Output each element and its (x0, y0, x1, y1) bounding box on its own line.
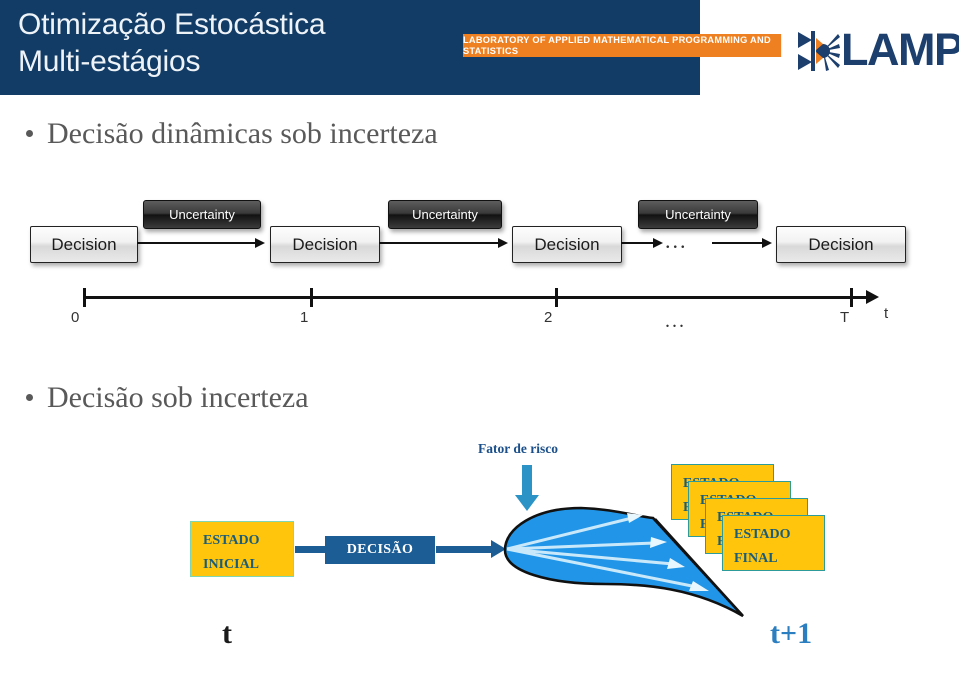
uncertainty-box-3[interactable]: Uncertainty (638, 200, 758, 229)
flow-arrow-3 (621, 238, 663, 248)
decision-box-4[interactable]: Decision (776, 226, 906, 263)
flow-arrow-4 (712, 238, 772, 248)
timeline-axis-label: t (884, 305, 889, 322)
decision-box-4-label: Decision (808, 234, 874, 254)
uncertainty-box-3-label: Uncertainty (665, 207, 731, 222)
slide-canvas: Otimização Estocástica Multi-estágios LA… (0, 0, 959, 686)
timeline-tick-2 (555, 288, 558, 307)
estado-final-box-4[interactable]: ESTADO FINAL (722, 515, 825, 571)
uncertainty-box-2[interactable]: Uncertainty (388, 200, 502, 229)
flow-arrow-1 (137, 238, 265, 248)
bullet-text-2: Decisão sob incerteza (47, 381, 309, 414)
lamps-mark-icon (798, 31, 840, 71)
uncertainty-box-2-label: Uncertainty (412, 207, 478, 222)
timeline-axis (83, 296, 873, 299)
fator-de-risco-label: Fator de risco (478, 441, 558, 456)
decision-box-1-label: Decision (51, 234, 117, 254)
uncertainty-box-1[interactable]: Uncertainty (143, 200, 261, 229)
timeline-tick-0 (83, 288, 86, 307)
bullet-item-2: Decisão sob incerteza (26, 381, 309, 415)
lamps-logo: LABORATORY OF APPLIED MATHEMATICAL PROGR… (463, 25, 959, 78)
uncertainty-box-1-label: Uncertainty (169, 207, 235, 222)
flow-arrow-2 (379, 238, 508, 248)
decision-box-2[interactable]: Decision (270, 226, 380, 263)
arrow-decisao-to-fan (436, 540, 506, 558)
timeline-tick-T (850, 288, 853, 307)
bullet-item-1: Decisão dinâmicas sob incerteza (26, 117, 438, 151)
decision-box-1[interactable]: Decision (30, 226, 138, 263)
page-title: Otimização Estocástica Multi-estágios (18, 8, 326, 78)
decisao-box[interactable]: DECISÃO (325, 536, 435, 564)
timeline-arrowhead-icon (866, 290, 879, 304)
timeline-tick-label-T: T (840, 309, 850, 326)
decision-box-3-label: Decision (534, 234, 600, 254)
bullet-dot-icon (26, 130, 33, 137)
stage-ellipsis: ... (665, 228, 688, 253)
timeline-ellipsis: ... (665, 310, 686, 332)
time-label-t: t (222, 617, 232, 650)
time-label-t-plus-1: t+1 (770, 617, 813, 650)
timeline-tick-label-0: 0 (71, 309, 80, 326)
decision-box-2-label: Decision (292, 234, 358, 254)
bullet-dot-icon (26, 394, 33, 401)
bullet-text-1: Decisão dinâmicas sob incerteza (47, 117, 438, 150)
estado-inicial-box[interactable]: ESTADO INICIAL (190, 521, 294, 577)
decision-box-3[interactable]: Decision (512, 226, 622, 263)
timeline-tick-label-2: 2 (544, 309, 553, 326)
timeline-tick-1 (310, 288, 313, 307)
logo-banner-text: LABORATORY OF APPLIED MATHEMATICAL PROGR… (463, 34, 782, 57)
timeline-tick-label-1: 1 (300, 309, 309, 326)
logo-wordmark: LAMPS (841, 24, 959, 75)
